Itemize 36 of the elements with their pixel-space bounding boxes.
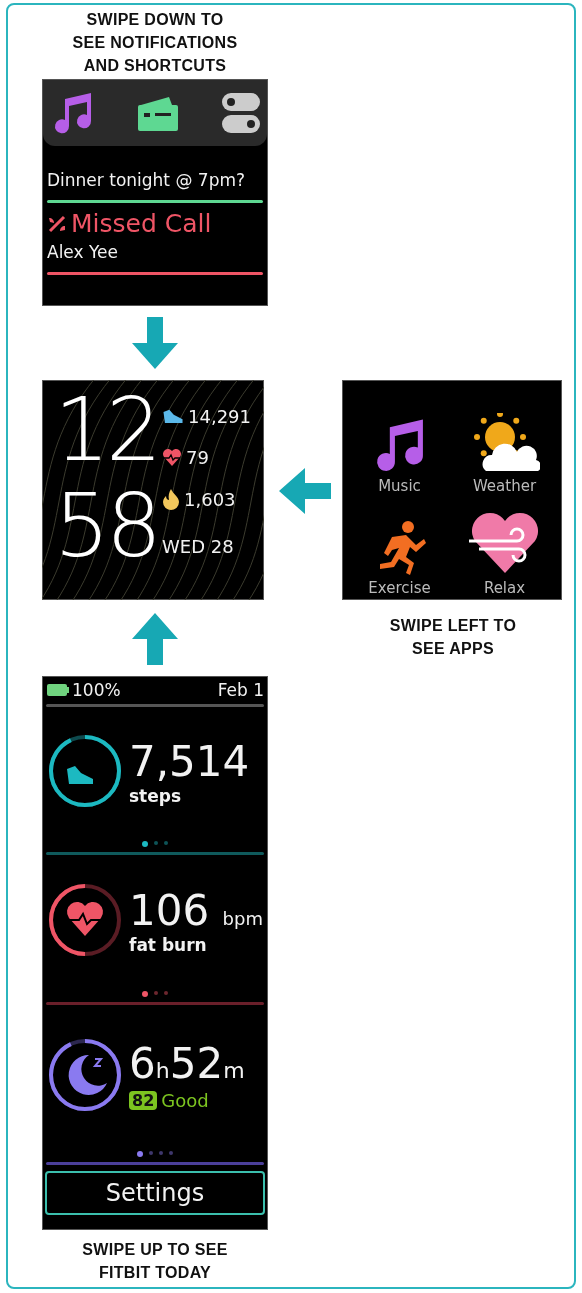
date-text: WED 28 [162, 536, 235, 557]
battery-level: 100% [72, 680, 121, 700]
sleep-rating: Good [161, 1090, 209, 1111]
date-text: Feb 1 [217, 680, 264, 700]
steps-count: 7,514 [129, 736, 250, 786]
caption: SWIPE LEFT TO SEE APPS [389, 616, 517, 659]
toggles-icon [221, 91, 261, 135]
flame-icon [162, 488, 180, 510]
message-text: Dinner tonight @ 7pm? [47, 170, 246, 190]
shoe-icon [162, 408, 184, 425]
arrow-icon [132, 317, 178, 369]
app-label[interactable]: Music [378, 477, 421, 495]
heart-zone-label: fat burn [129, 934, 208, 955]
caption: SWIPE DOWN TO SEE NOTIFICATIONS AND SHORTCUTS [72, 10, 238, 76]
missed-call-title: Missed Call [71, 209, 212, 238]
app-label[interactable]: Relax [483, 579, 526, 597]
steps-label: steps [129, 785, 183, 806]
heart-wind-icon [468, 511, 541, 575]
calories-count: 1,603 [184, 488, 236, 510]
caller-name: Alex Yee [47, 242, 120, 262]
clock-hour: 12 [54, 386, 159, 474]
missed-call-icon [47, 213, 67, 234]
arrow-icon [279, 468, 331, 514]
caption: SWIPE UP TO SEE FITBIT TODAY [82, 1240, 228, 1283]
steps-count: 14,291 [188, 406, 251, 427]
sleep-score: 82 [129, 1091, 158, 1110]
battery-icon [46, 683, 70, 697]
arrow-icon [132, 613, 178, 665]
settings-button[interactable]: Settings [45, 1171, 265, 1215]
app-label[interactable]: Exercise [368, 579, 431, 597]
clock-minute: 58 [54, 482, 159, 570]
heart-rate: 106 bpm [129, 885, 263, 935]
heart-pulse-icon [162, 447, 182, 468]
sleep-duration: 6h 52 m [129, 1039, 245, 1088]
app-label[interactable]: Weather [472, 477, 537, 495]
heart-rate: 79 [186, 447, 209, 468]
